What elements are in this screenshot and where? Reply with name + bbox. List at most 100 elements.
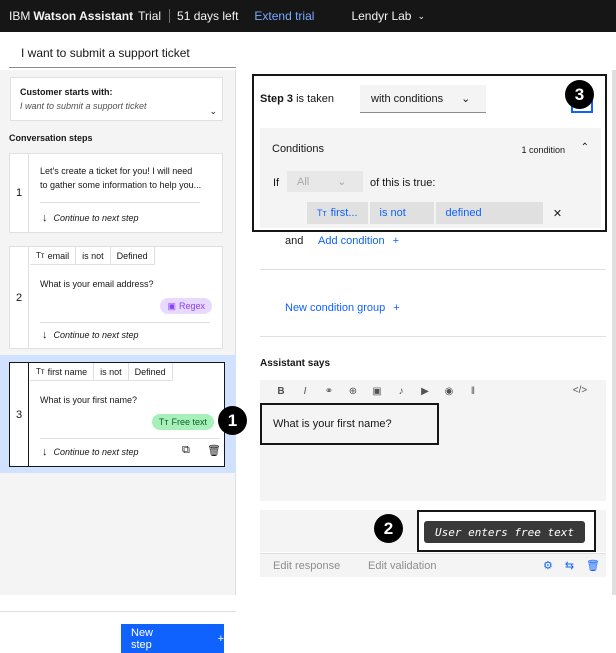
all-any-select[interactable]: All ⌄: [287, 171, 363, 192]
new-step-button[interactable]: New step +: [121, 624, 224, 653]
assistant-message-text: What is your first name?: [273, 418, 392, 430]
condition-operator: is not: [76, 247, 111, 265]
brand: IBM Watson Assistant: [0, 9, 133, 23]
condition-variable: Tт email: [30, 247, 77, 265]
text-type-icon: Tт: [36, 251, 45, 260]
condition-var-label: email: [47, 250, 70, 261]
free-text-label: Free text: [171, 417, 207, 427]
response-tooltip: User enters free text: [424, 521, 585, 543]
assistant-message[interactable]: What is your first name?: [260, 403, 439, 445]
step-card-3-selected[interactable]: 3 Tт first name is not Defined What is y…: [0, 355, 236, 473]
chevron-up-icon[interactable]: ⌃: [581, 142, 589, 153]
video-icon[interactable]: ▶: [413, 386, 437, 397]
plus-icon: +: [392, 235, 400, 247]
scrollbar[interactable]: [612, 70, 616, 595]
step-card-1[interactable]: 1 Let's create a ticket for you! I will …: [9, 153, 223, 233]
top-bar: IBM Watson Assistant Trial 51 days left …: [0, 0, 616, 32]
divider: [40, 438, 220, 439]
text-type-icon: Tт: [158, 417, 169, 427]
extend-trial-link[interactable]: Extend trial: [254, 9, 314, 23]
step-number: 2: [10, 247, 29, 348]
customer-value: I want to submit a support ticket: [20, 101, 147, 111]
italic-icon[interactable]: I: [293, 386, 317, 397]
chevron-down-icon: ⌄: [417, 10, 426, 21]
step-body: Let's create a ticket for you! I will ne…: [30, 154, 222, 232]
text-type-icon: Tт: [36, 367, 45, 376]
chevron-down-icon: ⌄: [337, 176, 347, 188]
columns-icon[interactable]: ‖: [461, 386, 485, 397]
plus-icon: +: [393, 302, 400, 314]
arrow-down-icon: ↓: [42, 212, 48, 224]
step-text-line: to gather some information to help you..…: [40, 180, 202, 190]
condition-mode-select[interactable]: with conditions ⌄: [360, 85, 486, 113]
swap-icon[interactable]: ⇆: [565, 559, 574, 572]
condition-mode-value: with conditions: [371, 92, 444, 105]
variable-icon[interactable]: ⊕: [341, 386, 365, 397]
link-icon[interactable]: ⚭: [317, 386, 341, 397]
continue-to-next-step: ↓ Continue to next step: [42, 446, 139, 458]
this-is-true-label: of this is true:: [370, 177, 436, 189]
continue-label: Continue to next step: [53, 330, 139, 340]
customer-label: Customer starts with:: [20, 87, 113, 97]
continue-to-next-step: ↓ Continue to next step: [42, 329, 139, 341]
callout-2: 2: [374, 514, 403, 543]
add-condition-label: Add condition: [318, 235, 385, 247]
chevron-down-icon: ⌄: [461, 93, 471, 105]
audio-icon[interactable]: ♪: [389, 386, 413, 397]
image-icon[interactable]: ▣: [365, 386, 389, 397]
chip-op: is not: [379, 207, 406, 219]
action-title-input[interactable]: I want to submit a support ticket: [9, 38, 236, 68]
plus-icon: +: [217, 632, 224, 645]
response-actions: ⚙ ⇆ 🗑: [543, 559, 600, 572]
taken-label: is taken: [296, 93, 334, 105]
condition-operator-chip[interactable]: is not: [369, 202, 434, 224]
step-label: Step 3: [260, 93, 294, 105]
chevron-down-icon[interactable]: ⌄: [209, 106, 217, 117]
divider: [0, 611, 236, 612]
code-icon[interactable]: </>: [568, 385, 592, 396]
editor-toolbar: B I ⚭ ⊕ ▣ ♪ ▶ ◉ ‖ </>: [260, 380, 606, 402]
step-text: What is your first name?: [40, 395, 138, 405]
response-type-highlight: User enters free text: [417, 510, 596, 552]
condition-count: 1 condition: [521, 145, 565, 155]
duplicate-icon[interactable]: ⧉: [182, 444, 190, 457]
trash-icon[interactable]: 🗑: [207, 444, 221, 457]
divider: [40, 322, 210, 323]
step-text-line: Let's create a ticket for you! I will ne…: [40, 166, 193, 176]
chip-val: defined: [445, 207, 482, 219]
close-icon[interactable]: ✕: [544, 202, 571, 224]
response-tabs: Edit response Edit validation ⚙ ⇆ 🗑: [260, 553, 606, 577]
new-condition-group-link[interactable]: New condition group +: [285, 302, 400, 314]
divider: [260, 269, 606, 270]
tab-edit-response[interactable]: Edit response: [273, 560, 340, 572]
step-number: 3: [10, 363, 29, 466]
tab-edit-validation[interactable]: Edit validation: [368, 560, 437, 572]
condition-value: Defined: [110, 247, 155, 265]
gear-icon[interactable]: ⚙: [543, 559, 553, 572]
trash-icon[interactable]: 🗑: [586, 559, 600, 572]
step-card-2[interactable]: 2 Tт email is not Defined What is your e…: [9, 246, 223, 349]
workspace-switcher[interactable]: Lendyr Lab ⌄: [351, 9, 425, 23]
condition-value-chip[interactable]: defined: [435, 202, 543, 224]
add-condition-link[interactable]: Add condition +: [318, 235, 399, 247]
all-any-value: All: [297, 175, 310, 188]
step-card-3[interactable]: 3 Tт first name is not Defined What is y…: [9, 362, 225, 467]
condition-value: Defined: [128, 363, 173, 381]
customer-starts-with[interactable]: Customer starts with: I want to submit a…: [10, 77, 223, 121]
regex-icon: ▣: [167, 300, 176, 311]
conditions-section: Conditions 1 condition ⌃ If All ⌄ of thi…: [260, 128, 601, 228]
conversation-steps-label: Conversation steps: [9, 133, 93, 143]
arrow-down-icon: ↓: [42, 446, 48, 458]
condition-variable-chip[interactable]: Tт first...: [307, 202, 368, 224]
bold-icon[interactable]: B: [269, 386, 293, 397]
step-body: Tт email is not Defined What is your ema…: [30, 247, 222, 348]
iframe-icon[interactable]: ◉: [437, 386, 461, 397]
new-condition-group-label: New condition group: [285, 302, 386, 314]
callout-3: 3: [565, 80, 594, 109]
assistant-message-editor[interactable]: B I ⚭ ⊕ ▣ ♪ ▶ ◉ ‖ </> What is your first…: [260, 380, 606, 501]
and-label: and: [285, 235, 304, 247]
assistant-says-label: Assistant says: [260, 358, 331, 369]
step-condition: Tт first name is not Defined: [30, 363, 173, 381]
continue-to-next-step: ↓ Continue to next step: [42, 212, 139, 224]
action-title-text: I want to submit a support ticket: [21, 45, 190, 60]
